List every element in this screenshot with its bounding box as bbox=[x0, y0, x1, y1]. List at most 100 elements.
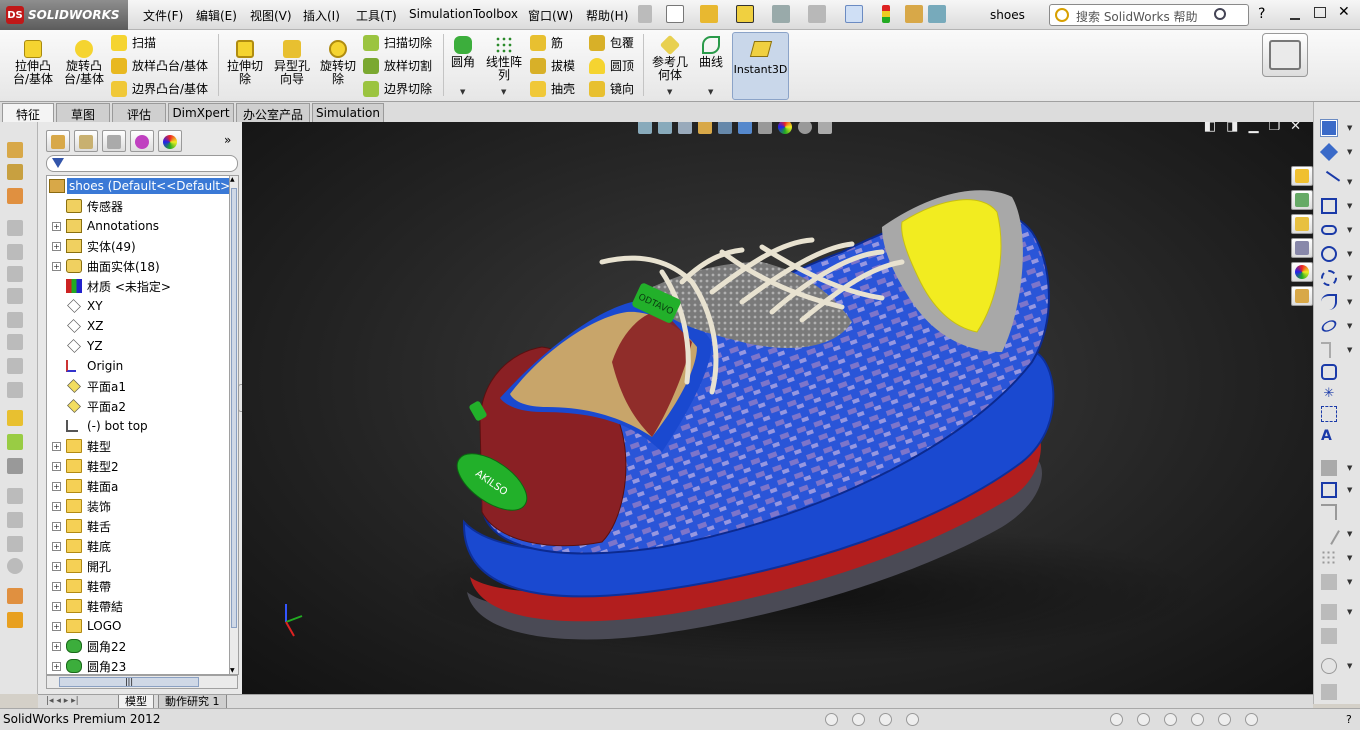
tab-dimxpert[interactable]: DimXpert bbox=[168, 103, 234, 122]
sweep-cut-button[interactable]: 扫描切除 bbox=[363, 34, 432, 51]
status-indicator-icon[interactable] bbox=[1137, 713, 1150, 726]
spline-icon[interactable] bbox=[1321, 294, 1337, 310]
fillet-button[interactable]: 圆角 bbox=[448, 36, 478, 69]
draft-button[interactable]: 拔模 bbox=[530, 57, 575, 74]
tool-icon[interactable] bbox=[7, 220, 23, 236]
feature-icon[interactable] bbox=[7, 434, 23, 450]
linear-sketch-pattern-icon[interactable] bbox=[1321, 550, 1337, 566]
dropdown-icon[interactable]: ▼ bbox=[1347, 178, 1352, 186]
view-orientation-icon[interactable] bbox=[7, 142, 23, 158]
curves-dropdown-icon[interactable]: ▼ bbox=[708, 88, 713, 96]
tool-icon[interactable] bbox=[7, 458, 23, 474]
task-pane-view-palette-tab[interactable] bbox=[1291, 238, 1313, 258]
tab-model[interactable]: 模型 bbox=[118, 695, 154, 709]
status-indicator-icon[interactable] bbox=[852, 713, 865, 726]
restore-window-icon[interactable] bbox=[1314, 7, 1326, 18]
rapid-sketch-icon[interactable] bbox=[1321, 684, 1337, 700]
display-manager-tab[interactable] bbox=[158, 130, 182, 152]
trim-icon[interactable] bbox=[1318, 523, 1340, 545]
expand-icon[interactable]: + bbox=[52, 261, 61, 271]
tree-vertical-scrollbar[interactable]: ▲ ▼ bbox=[229, 175, 239, 675]
tool-icon[interactable] bbox=[7, 358, 23, 374]
sweep-button[interactable]: 扫描 bbox=[111, 34, 156, 51]
tool-icon[interactable] bbox=[7, 266, 23, 282]
scroll-thumb[interactable] bbox=[231, 188, 237, 628]
smart-dimension-icon[interactable] bbox=[1319, 142, 1339, 162]
dropdown-icon[interactable]: ▼ bbox=[1347, 486, 1352, 494]
menu-toolbox[interactable]: Toolbox bbox=[473, 7, 518, 21]
wrap-button[interactable]: 包覆 bbox=[589, 34, 634, 51]
tree-filter-input[interactable] bbox=[46, 155, 238, 172]
polygon-icon[interactable] bbox=[1321, 364, 1337, 380]
menu-file[interactable]: 文件(F) bbox=[143, 7, 183, 24]
status-indicator-icon[interactable] bbox=[825, 713, 838, 726]
status-indicator-icon[interactable] bbox=[1245, 713, 1258, 726]
offset-entities-icon[interactable] bbox=[1321, 504, 1337, 520]
dropdown-icon[interactable]: ▼ bbox=[1347, 578, 1352, 586]
tab-simulation[interactable]: Simulation bbox=[312, 103, 384, 122]
expand-icon[interactable]: + bbox=[52, 621, 61, 631]
centerline-icon[interactable] bbox=[1321, 406, 1337, 422]
feature-tree-tab[interactable] bbox=[46, 130, 70, 152]
tab-navigation-icon[interactable]: |◂ ◂ ▸ ▸| bbox=[46, 696, 79, 706]
reference-geometry-dropdown-icon[interactable]: ▼ bbox=[667, 88, 672, 96]
instant3d-button[interactable]: Instant3D bbox=[732, 32, 789, 100]
move-entities-icon[interactable] bbox=[1321, 574, 1337, 590]
tool-icon[interactable] bbox=[7, 334, 23, 350]
expand-icon[interactable]: + bbox=[52, 501, 61, 511]
line-icon[interactable] bbox=[1317, 170, 1341, 194]
collapse-command-manager-button[interactable] bbox=[1262, 33, 1308, 77]
menu-window[interactable]: 窗口(W) bbox=[528, 7, 573, 24]
status-indicator-icon[interactable] bbox=[1218, 713, 1231, 726]
menu-insert[interactable]: 插入(I) bbox=[303, 7, 340, 24]
tool-icon[interactable] bbox=[7, 244, 23, 260]
scroll-down-icon[interactable]: ▼ bbox=[230, 667, 235, 674]
expand-icon[interactable]: + bbox=[52, 641, 61, 651]
status-indicator-icon[interactable] bbox=[1110, 713, 1123, 726]
ellipse-icon[interactable] bbox=[1319, 317, 1339, 335]
revolve-cut-button[interactable]: 旋转切 除 bbox=[316, 40, 360, 86]
tool-icon[interactable] bbox=[7, 312, 23, 328]
file-properties-icon[interactable] bbox=[905, 5, 923, 23]
tab-office-products[interactable]: 办公室产品 bbox=[236, 103, 310, 122]
arc-icon[interactable] bbox=[1321, 270, 1337, 286]
mirror-button[interactable]: 镜向 bbox=[589, 80, 634, 97]
dropdown-icon[interactable]: ▼ bbox=[1347, 322, 1352, 330]
task-pane-properties-tab[interactable] bbox=[1291, 286, 1313, 306]
task-pane-library-tab[interactable] bbox=[1291, 190, 1313, 210]
tab-evaluate[interactable]: 评估 bbox=[112, 103, 166, 122]
task-pane-home-tab[interactable] bbox=[1291, 166, 1313, 186]
extrude-cut-button[interactable]: 拉伸切 除 bbox=[224, 40, 266, 86]
expand-icon[interactable]: + bbox=[52, 581, 61, 591]
fillet-sketch-icon[interactable] bbox=[1321, 342, 1331, 358]
status-indicator-icon[interactable] bbox=[1191, 713, 1204, 726]
pattern-dropdown-icon[interactable]: ▼ bbox=[501, 88, 506, 96]
dimxpert-tab[interactable] bbox=[130, 130, 154, 152]
dropdown-icon[interactable]: ▼ bbox=[1347, 464, 1352, 472]
tab-sketch[interactable]: 草图 bbox=[56, 103, 110, 122]
configuration-tab[interactable] bbox=[102, 130, 126, 152]
sketch-icon[interactable] bbox=[1320, 119, 1338, 137]
boundary-cut-button[interactable]: 边界切除 bbox=[363, 80, 432, 97]
dropdown-icon[interactable]: ▼ bbox=[1347, 202, 1352, 210]
tool-icon[interactable] bbox=[7, 288, 23, 304]
tool-icon[interactable] bbox=[7, 588, 23, 604]
loft-boss-button[interactable]: 放样凸台/基体 bbox=[111, 57, 208, 74]
revolve-boss-button[interactable]: 旋转凸 台/基体 bbox=[60, 40, 108, 86]
feature-icon[interactable] bbox=[7, 410, 23, 426]
circle-icon[interactable] bbox=[1321, 246, 1337, 262]
menu-edit[interactable]: 编辑(E) bbox=[196, 7, 237, 24]
close-window-icon[interactable]: ✕ bbox=[1338, 4, 1350, 20]
dropdown-icon[interactable]: ▼ bbox=[1347, 530, 1352, 538]
more-tabs-icon[interactable]: » bbox=[224, 133, 231, 147]
tool-icon[interactable] bbox=[7, 382, 23, 398]
loft-cut-button[interactable]: 放样切割 bbox=[363, 57, 432, 74]
scroll-up-icon[interactable]: ▲ bbox=[230, 176, 235, 183]
point-icon[interactable]: ✳ bbox=[1321, 386, 1337, 402]
dropdown-icon[interactable]: ▼ bbox=[1347, 608, 1352, 616]
status-indicator-icon[interactable] bbox=[1164, 713, 1177, 726]
quick-snaps-icon[interactable] bbox=[1321, 658, 1337, 674]
help-question-icon[interactable]: ? bbox=[1258, 6, 1265, 22]
expand-icon[interactable]: + bbox=[52, 561, 61, 571]
open-folder-icon[interactable] bbox=[700, 5, 718, 23]
